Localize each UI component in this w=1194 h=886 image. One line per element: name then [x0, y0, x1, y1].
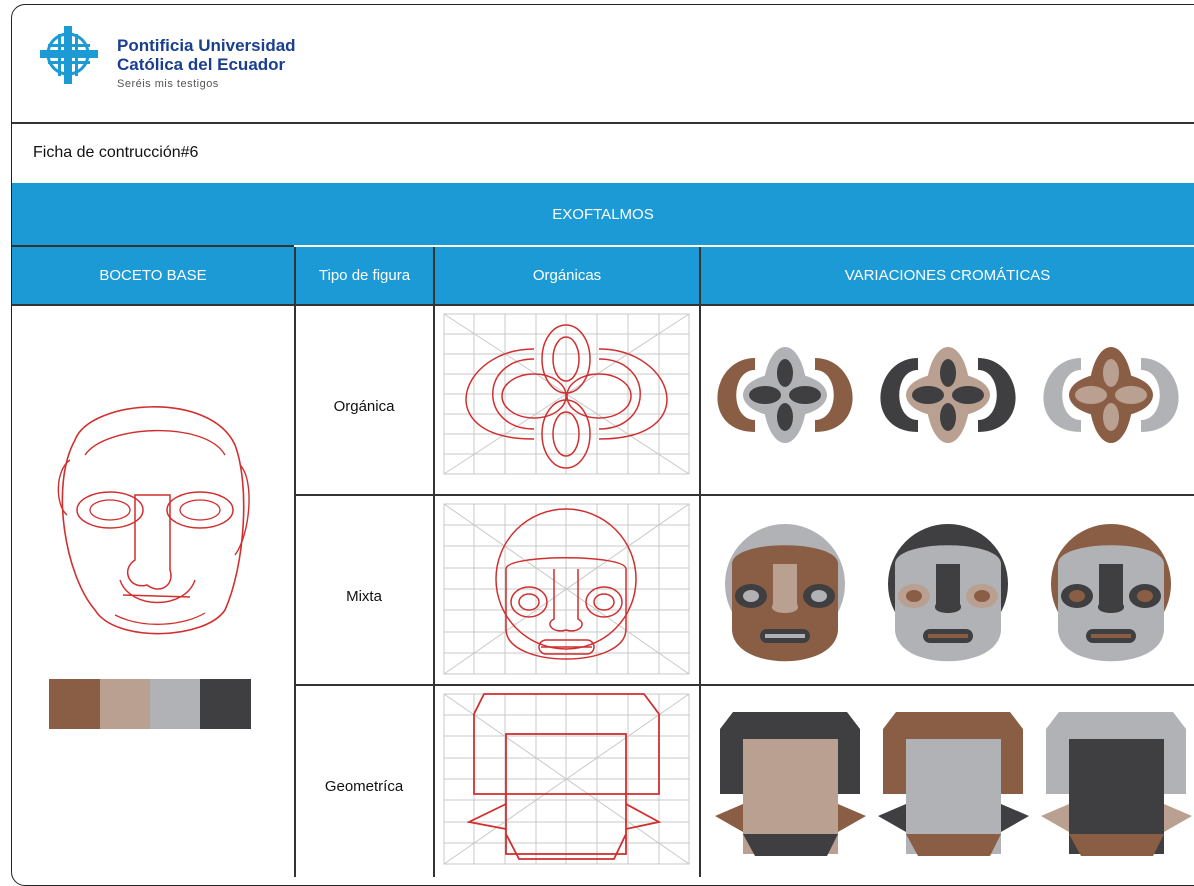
variation-geometrica-1	[715, 712, 866, 856]
variation-geometrica-2	[878, 712, 1029, 856]
header-organicas: Orgánicas	[435, 247, 699, 304]
swatch-taupe	[100, 679, 150, 729]
university-logo: Pontificia Universidad Católica del Ecua…	[40, 26, 320, 96]
variation-mixta-1	[725, 524, 845, 662]
variations-geometrica	[715, 712, 1192, 856]
logo-line-1: Pontificia Universidad	[117, 36, 296, 55]
header-divider	[12, 122, 1194, 124]
variation-geometrica-3	[1041, 712, 1192, 856]
banner-title: EXOFTALMOS	[552, 205, 654, 223]
divider	[294, 494, 1194, 496]
cross-emblem-icon	[40, 26, 98, 84]
header-boceto-base: BOCETO BASE	[12, 247, 294, 304]
ficha-title: Ficha de contrucción#6	[33, 144, 199, 161]
divider	[433, 247, 435, 877]
base-sketch-face	[57, 406, 250, 635]
variations-mixta	[725, 524, 1171, 662]
row-label-geometrica: Geometríca	[324, 778, 404, 795]
grid-mixta	[443, 503, 690, 675]
variations-organica	[717, 347, 1179, 443]
divider	[294, 684, 1194, 686]
divider	[12, 245, 294, 247]
grid-organica	[443, 313, 690, 475]
swatch-gray	[150, 679, 200, 729]
variation-mixta-2	[888, 524, 1008, 662]
header-variaciones-label: VARIACIONES CROMÁTICAS	[844, 267, 1051, 284]
variation-organica-1	[717, 347, 853, 443]
logo-tagline: Seréis mis testigos	[117, 78, 219, 90]
variation-organica-3	[1043, 347, 1179, 443]
divider	[12, 304, 1194, 306]
header-tipo-figura: Tipo de figura	[296, 247, 433, 304]
variation-organica-2	[880, 347, 1016, 443]
row-label-organica: Orgánica	[333, 398, 395, 415]
divider	[699, 247, 701, 877]
header-organicas-label: Orgánicas	[532, 267, 602, 284]
swatch-charcoal	[200, 679, 251, 729]
section-banner: EXOFTALMOS	[12, 183, 1194, 245]
grid-geometrica	[443, 693, 690, 865]
header-tipo-label: Tipo de figura	[318, 267, 411, 284]
variation-mixta-3	[1051, 524, 1171, 662]
header-variaciones: VARIACIONES CROMÁTICAS	[701, 247, 1194, 304]
logo-line-2: Católica del Ecuador	[117, 55, 286, 74]
row-label-mixta: Mixta	[346, 588, 382, 605]
color-palette	[49, 679, 251, 729]
header-boceto-label: BOCETO BASE	[99, 267, 207, 284]
swatch-brown	[49, 679, 100, 729]
